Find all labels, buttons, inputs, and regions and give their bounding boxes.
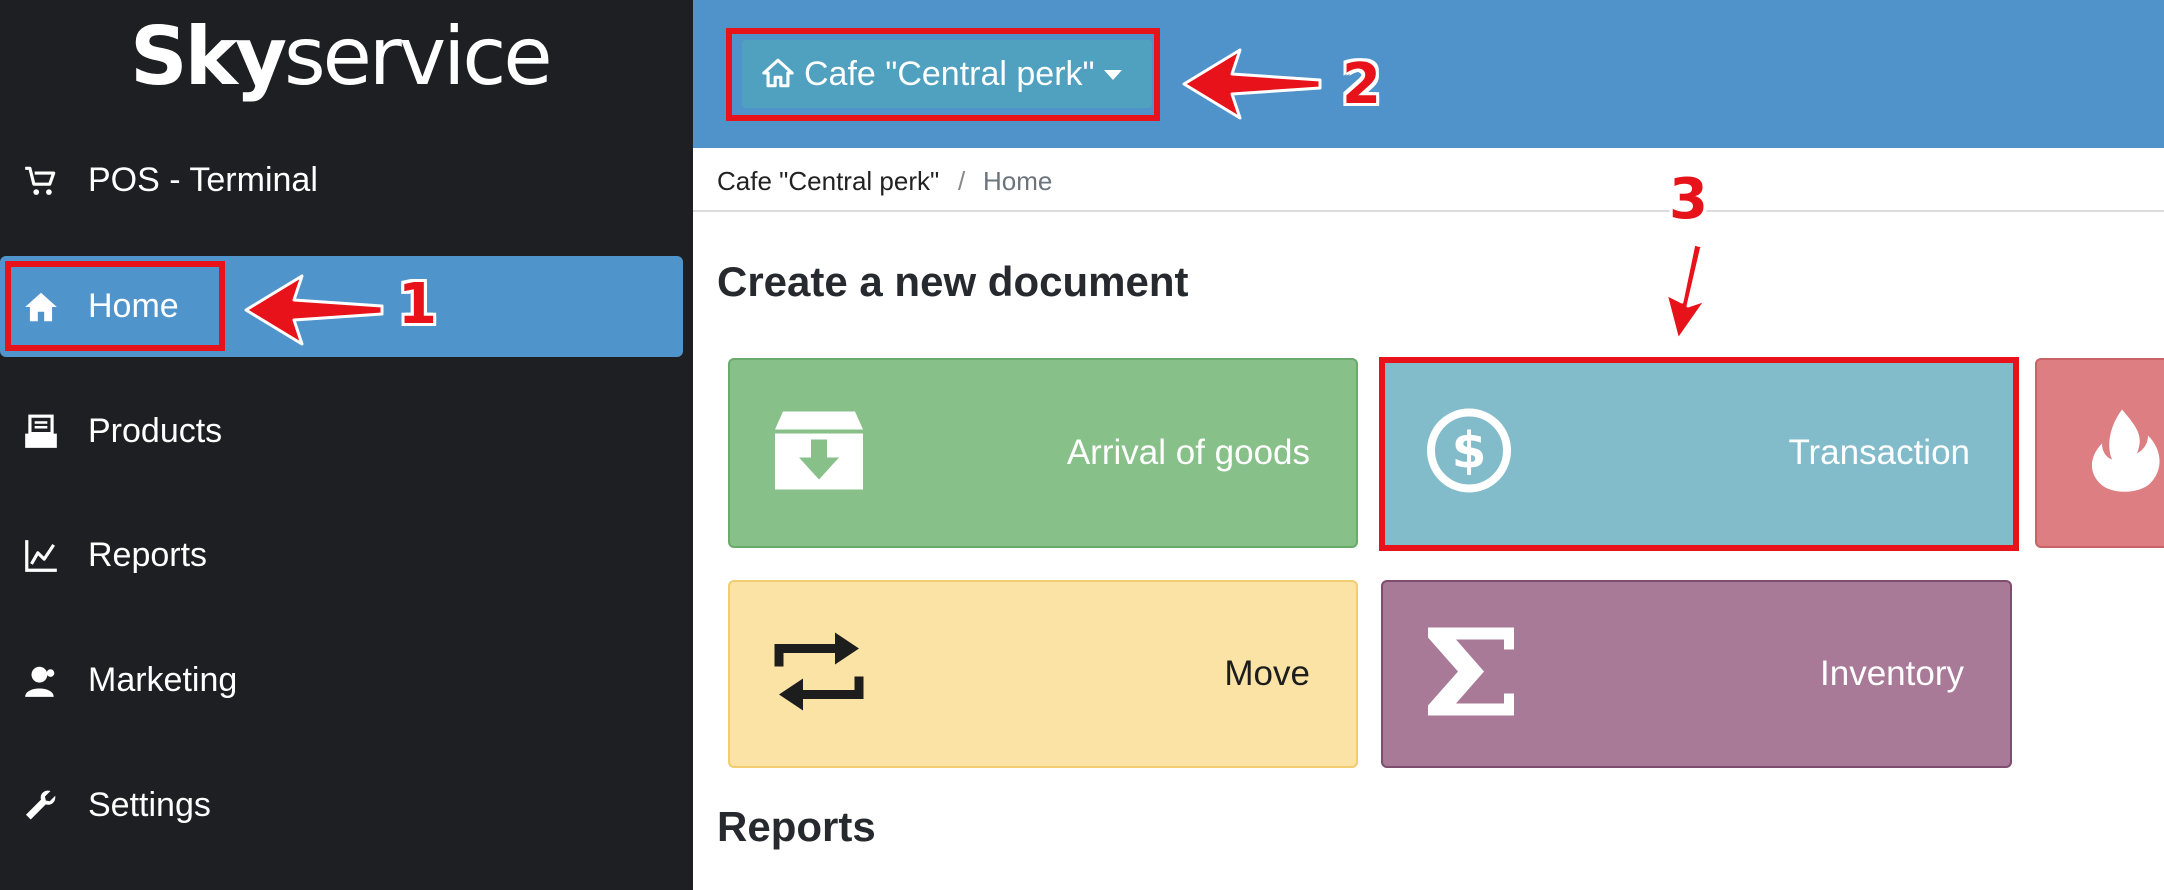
wrench-icon xyxy=(22,787,60,825)
sidebar-item-label: Settings xyxy=(88,786,211,824)
sidebar-item-label: Marketing xyxy=(88,661,238,699)
sidebar-item-pos-terminal[interactable]: POS - Terminal xyxy=(0,130,683,231)
sigma-icon xyxy=(1426,626,1518,723)
exchange-icon xyxy=(773,629,865,720)
store-selector-dropdown[interactable]: Cafe "Central perk" xyxy=(742,40,1152,108)
logo-light: service xyxy=(283,10,553,103)
annotation-number-3: 3 xyxy=(1669,167,1708,232)
sidebar-item-products[interactable]: Products xyxy=(0,381,683,482)
tile-move[interactable]: Move xyxy=(728,580,1358,768)
dollar-circle-icon: $ xyxy=(1426,408,1512,499)
archive-download-icon xyxy=(773,410,865,497)
breadcrumb: Cafe "Central perk" / Home xyxy=(693,148,2164,212)
breadcrumb-store[interactable]: Cafe "Central perk" xyxy=(717,166,939,197)
annotation-number-2: 2 xyxy=(1342,52,1381,117)
tile-write-off[interactable] xyxy=(2035,358,2164,548)
breadcrumb-current: Home xyxy=(983,166,1053,196)
sidebar-item-reports[interactable]: Reports xyxy=(0,505,683,606)
user-icon xyxy=(22,662,60,700)
tile-inventory[interactable]: Inventory xyxy=(1381,580,2012,768)
tile-transaction[interactable]: $ Transaction xyxy=(1381,358,2018,548)
tile-label: Transaction xyxy=(1788,433,1970,472)
annotation-arrow-3 xyxy=(1664,242,1708,342)
cart-icon xyxy=(22,162,60,200)
reports-title: Reports xyxy=(717,803,876,850)
store-selector-label: Cafe "Central perk" xyxy=(804,55,1095,93)
home-icon xyxy=(760,56,796,90)
sidebar-item-label: Reports xyxy=(88,536,208,574)
create-document-title: Create a new document xyxy=(717,258,1189,305)
caret-down-icon xyxy=(1104,70,1122,80)
fire-icon xyxy=(2082,406,2164,501)
sidebar-item-label: Products xyxy=(88,412,223,450)
sidebar-item-home[interactable]: Home xyxy=(0,256,683,357)
sidebar-item-label: Home xyxy=(88,287,179,325)
tile-label: Arrival of goods xyxy=(1066,433,1310,472)
skyservice-logo[interactable]: Skyservice xyxy=(130,10,553,103)
sidebar-item-settings[interactable]: Settings xyxy=(0,755,683,856)
breadcrumb-separator: / xyxy=(958,166,966,196)
chart-icon xyxy=(22,537,60,575)
tile-label: Move xyxy=(1224,654,1310,693)
sidebar-item-marketing[interactable]: Marketing xyxy=(0,630,683,731)
products-icon xyxy=(22,413,60,451)
tile-arrival-of-goods[interactable]: Arrival of goods xyxy=(728,358,1358,548)
sidebar: Skyservice POS - Terminal Home Products … xyxy=(0,0,693,890)
logo-bold: Sky xyxy=(130,10,287,103)
annotation-number-1: 1 xyxy=(398,272,437,337)
sidebar-item-label: POS - Terminal xyxy=(88,161,318,199)
svg-text:$: $ xyxy=(1452,422,1487,480)
tile-label: Inventory xyxy=(1820,654,1964,693)
home-icon xyxy=(22,288,60,326)
